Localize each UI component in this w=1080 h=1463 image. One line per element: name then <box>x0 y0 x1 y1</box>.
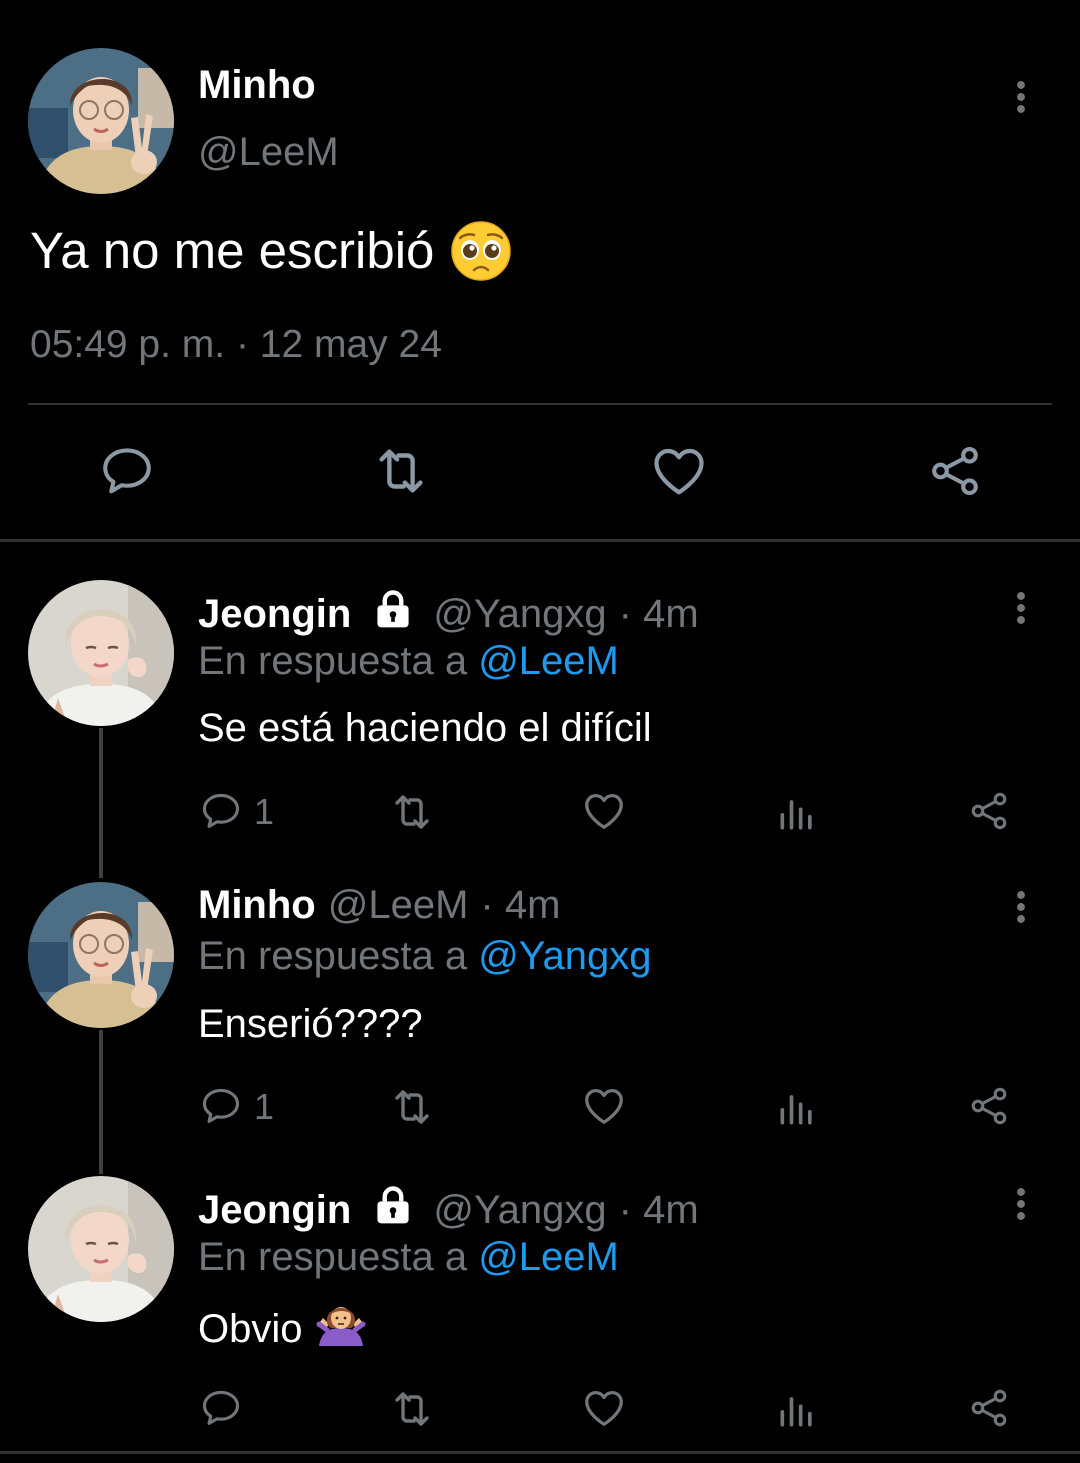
reply-text: Se está haciendo el difícil <box>198 704 652 752</box>
more-vertical-icon <box>1015 889 1027 925</box>
reply-count: 1 <box>254 791 275 832</box>
analytics-button[interactable] <box>774 1387 820 1433</box>
reply-text: Obvio <box>198 1300 367 1357</box>
reply-time: · 4m <box>618 592 699 636</box>
author-name[interactable]: Minho <box>198 882 316 928</box>
lock-icon <box>371 1183 415 1237</box>
tweet-text: Ya no me escribió <box>30 220 512 282</box>
reply-context: En respuesta a @LeeM <box>198 638 619 684</box>
avatar[interactable] <box>28 1176 174 1322</box>
share-icon <box>967 1386 1011 1430</box>
author-handle[interactable]: @LeeM <box>198 129 339 175</box>
like-icon <box>581 1385 627 1431</box>
like-button[interactable] <box>581 788 627 834</box>
retweet-icon <box>370 440 432 502</box>
analytics-icon <box>775 1086 819 1130</box>
reply-prefix: En respuesta a <box>198 1235 479 1279</box>
more-vertical-icon <box>1015 1186 1027 1222</box>
share-icon <box>967 1084 1011 1128</box>
pleading-face-icon <box>450 220 512 282</box>
retweet-button[interactable] <box>388 1083 436 1131</box>
reply-time: · 4m <box>618 1188 699 1232</box>
retweet-icon <box>388 1083 436 1131</box>
like-icon <box>581 788 627 834</box>
author-name[interactable]: Minho <box>198 62 316 108</box>
lock-icon <box>371 587 415 641</box>
avatar[interactable] <box>28 580 174 726</box>
reply-button[interactable] <box>96 440 158 502</box>
analytics-icon <box>775 1388 819 1432</box>
retweet-icon <box>388 1385 436 1433</box>
share-icon <box>926 442 984 500</box>
author-handle[interactable]: @LeeM <box>328 882 469 928</box>
person-shrugging-icon <box>315 1300 367 1357</box>
analytics-button[interactable] <box>774 1085 820 1131</box>
analytics-icon <box>775 791 819 835</box>
retweet-button[interactable] <box>370 440 432 502</box>
retweet-button[interactable] <box>388 1385 436 1433</box>
reply-time: · 4m <box>480 883 561 927</box>
like-button[interactable] <box>581 1385 627 1431</box>
reply-button[interactable] <box>198 1083 244 1129</box>
reply-text-content: Obvio <box>198 1306 303 1351</box>
reply-prefix: En respuesta a <box>198 639 479 683</box>
author-handle[interactable]: @Yangxg <box>433 591 606 637</box>
reply-text-content: Enserió???? <box>198 1002 423 1046</box>
thread-line <box>99 1030 103 1174</box>
more-vertical-icon <box>1015 590 1027 626</box>
reply-header: Jeongin @Yangxg · 4m <box>198 587 699 641</box>
more-options-button[interactable] <box>1001 1174 1041 1234</box>
share-button[interactable] <box>966 788 1012 834</box>
divider <box>0 539 1080 542</box>
reply-icon <box>199 1386 243 1430</box>
more-vertical-icon <box>1015 79 1027 115</box>
more-options-button[interactable] <box>1001 877 1041 937</box>
share-icon <box>967 789 1011 833</box>
share-button[interactable] <box>966 1385 1012 1431</box>
reply-icon <box>98 442 156 500</box>
reply-header: Minho @LeeM · 4m <box>198 882 560 928</box>
divider <box>0 1451 1080 1454</box>
reply-prefix: En respuesta a <box>198 934 479 978</box>
reply-button[interactable] <box>198 788 244 834</box>
tweet-text-content: Ya no me escribió <box>30 222 435 279</box>
author-name[interactable]: Jeongin <box>198 1187 351 1233</box>
like-button[interactable] <box>648 440 710 502</box>
reply-text-content: Se está haciendo el difícil <box>198 706 652 750</box>
reply-button[interactable] <box>198 1385 244 1431</box>
share-button[interactable] <box>924 440 986 502</box>
retweet-icon <box>388 788 436 836</box>
retweet-button[interactable] <box>388 788 436 836</box>
author-name[interactable]: Jeongin <box>198 591 351 637</box>
divider <box>28 403 1052 405</box>
mention-link[interactable]: @Yangxg <box>478 934 651 978</box>
reply-text: Enserió???? <box>198 1000 423 1048</box>
more-options-button[interactable] <box>1001 578 1041 638</box>
thread-line <box>99 728 103 878</box>
mention-link[interactable]: @LeeM <box>478 1235 619 1279</box>
avatar[interactable] <box>28 48 174 194</box>
like-icon <box>581 1083 627 1129</box>
like-button[interactable] <box>581 1083 627 1129</box>
share-button[interactable] <box>966 1083 1012 1129</box>
reply-context: En respuesta a @Yangxg <box>198 933 652 979</box>
author-handle[interactable]: @Yangxg <box>433 1187 606 1233</box>
mention-link[interactable]: @LeeM <box>478 639 619 683</box>
reply-icon <box>199 1084 243 1128</box>
like-icon <box>649 441 709 501</box>
more-options-button[interactable] <box>1001 67 1041 127</box>
reply-header: Jeongin @Yangxg · 4m <box>198 1183 699 1237</box>
reply-count: 1 <box>254 1086 275 1127</box>
avatar[interactable] <box>28 882 174 1028</box>
tweet-timestamp[interactable]: 05:49 p. m. · 12 may 24 <box>30 322 442 368</box>
reply-icon <box>199 789 243 833</box>
analytics-button[interactable] <box>774 790 820 836</box>
reply-context: En respuesta a @LeeM <box>198 1234 619 1280</box>
